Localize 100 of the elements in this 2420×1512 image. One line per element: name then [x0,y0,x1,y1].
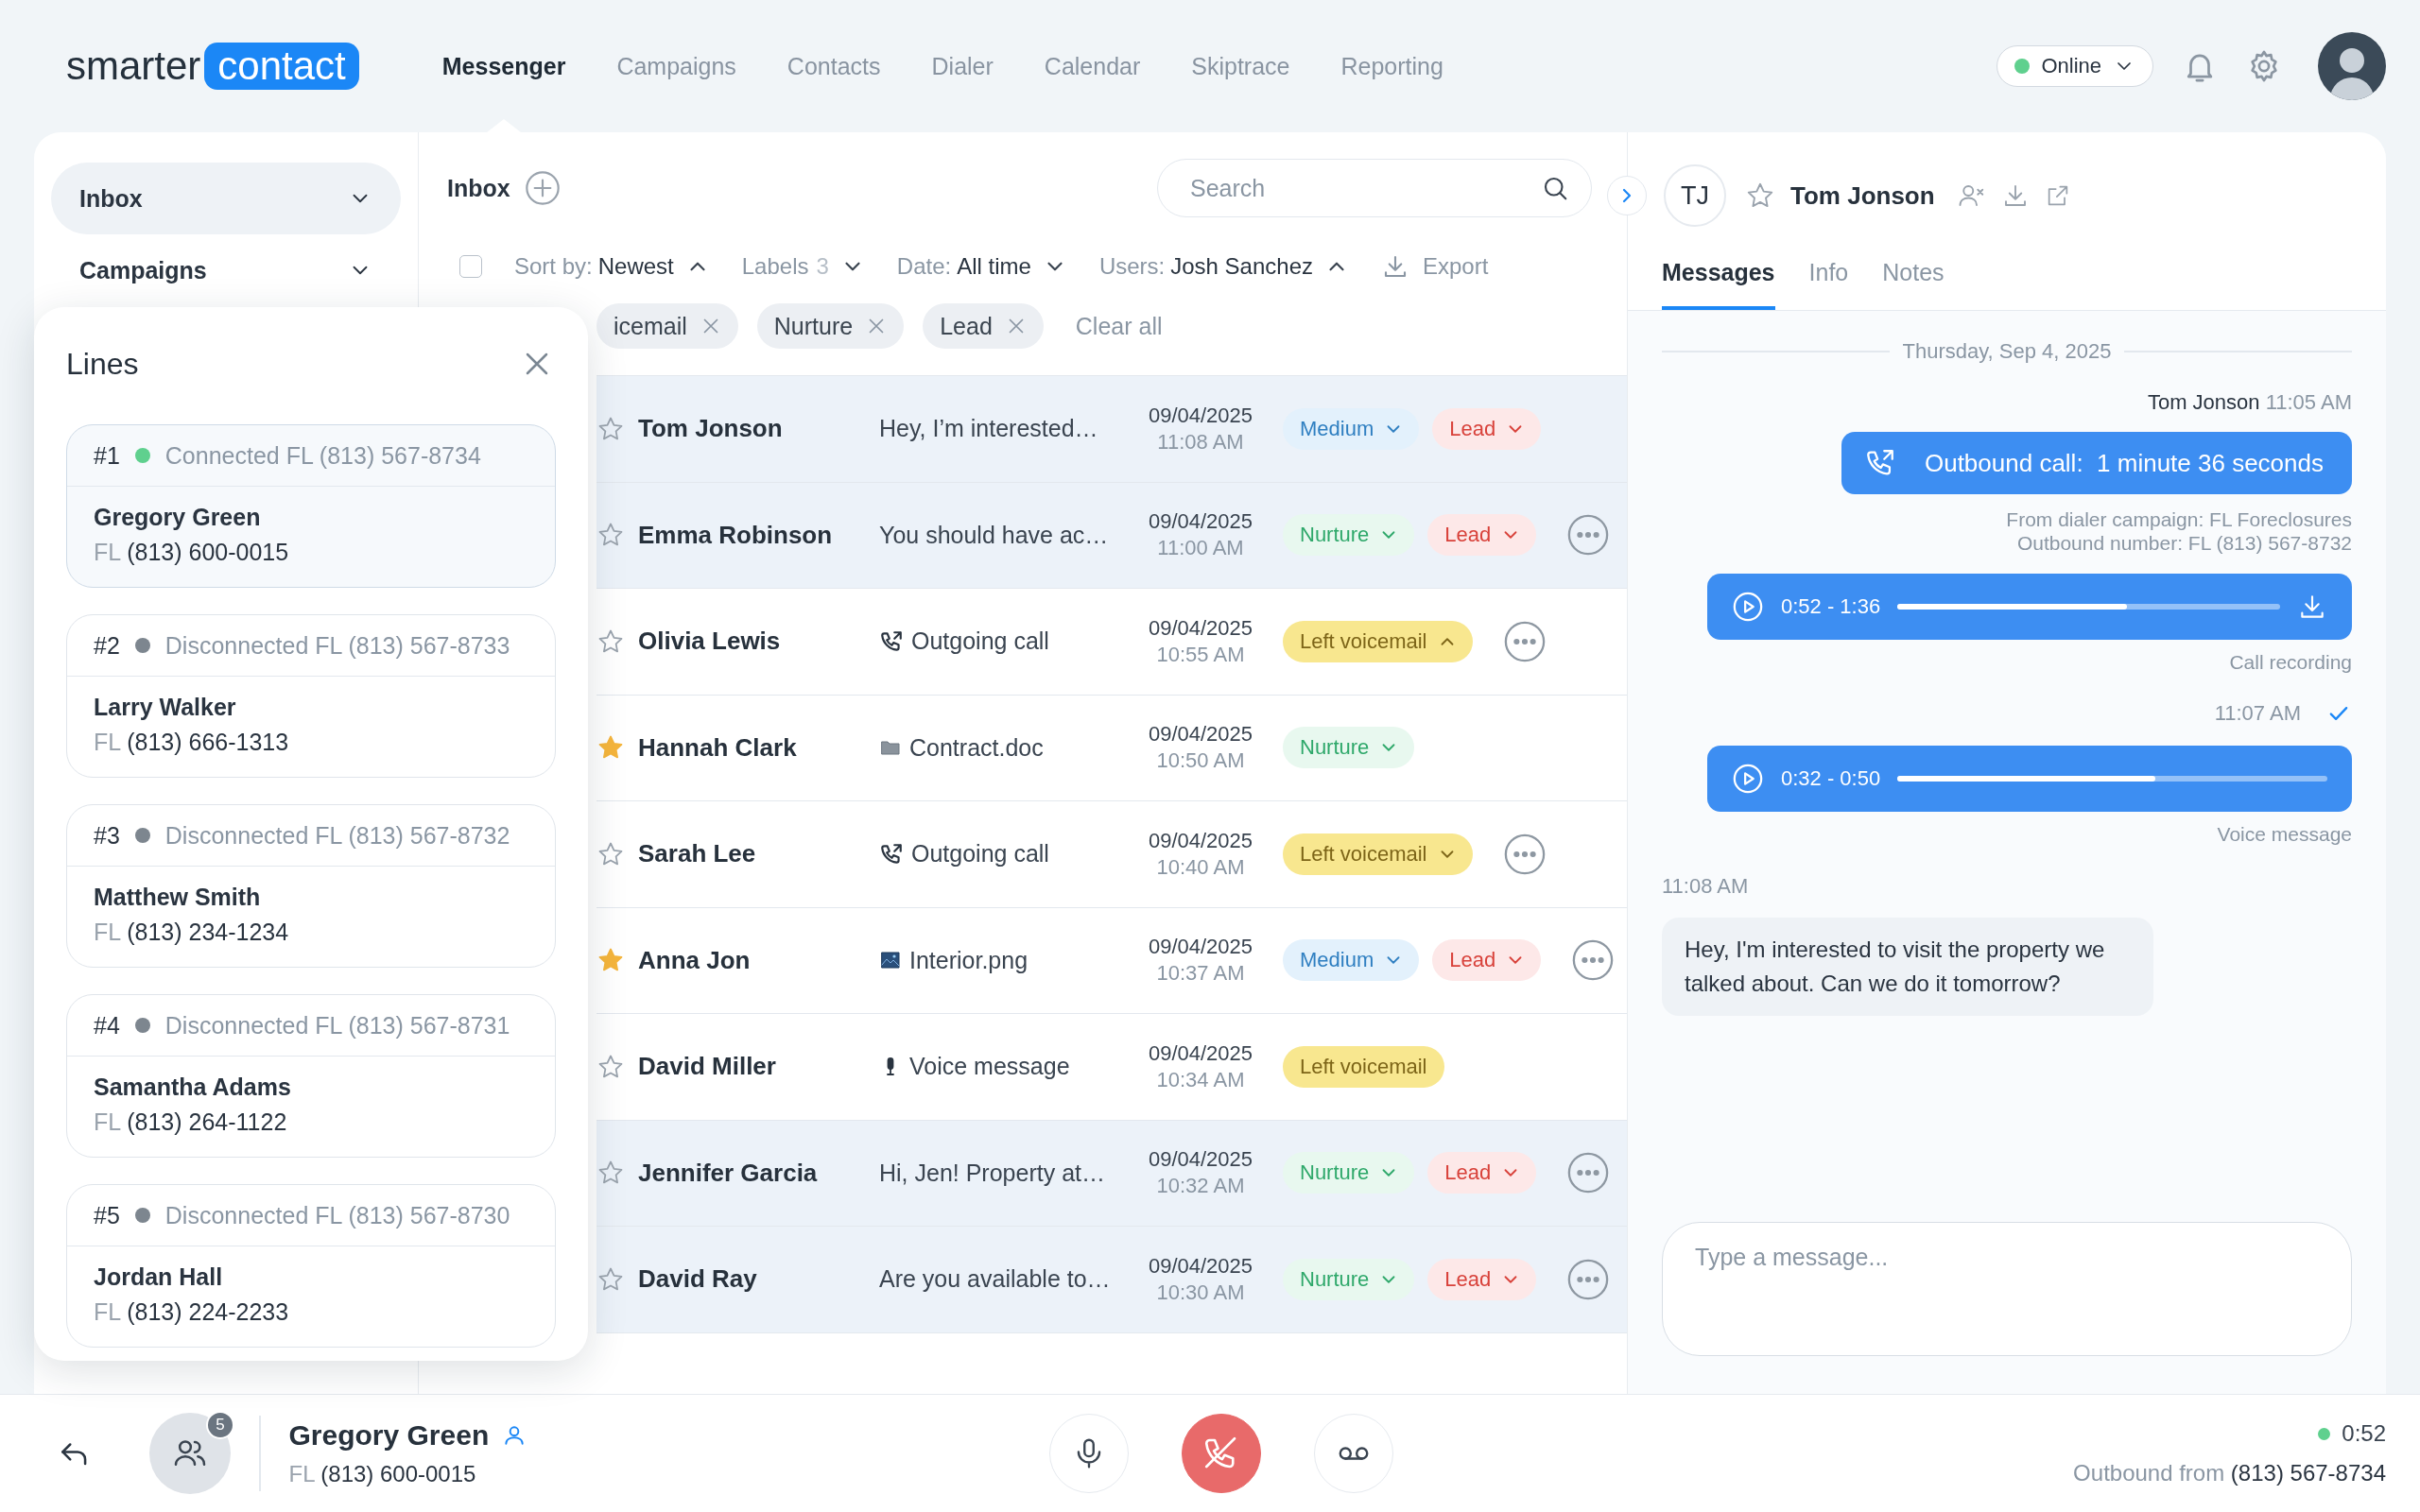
more-icon[interactable] [1502,832,1547,876]
conversation-row[interactable]: Hannah Clark Contract.doc 09/04/2025 10:50 AM Nurture [596,695,1627,801]
contact-name: Emma Robinson [638,520,834,550]
tag-dropdown[interactable]: Lead [1427,1258,1537,1300]
filter-dropdown[interactable]: Sort by: Newest [514,253,710,280]
phone-number: FL (813) 234-1234 [94,919,290,946]
tag-dropdown[interactable]: Left voicemail [1283,620,1473,662]
sidebar-item[interactable]: Campaigns [51,234,401,306]
message-date: 09/04/2025 [1148,508,1253,536]
line-card[interactable]: #3 Disconnected FL (813) 567-8732 Matthew Smith FL (813) 234-1234 [66,804,556,968]
tag-dropdown[interactable]: Medium [1283,407,1420,450]
contact-name: Jennifer Garcia [638,1158,819,1188]
sender-name: Tom Jonson [2147,390,2260,414]
call-summary: Outbound call: 1 minute 36 seconds [1924,448,2324,478]
participants-button[interactable]: 5 [149,1413,231,1494]
contact-name: Matthew Smith [94,884,262,911]
more-icon[interactable] [1566,513,1611,558]
message-input[interactable]: Type a message... [1662,1222,2352,1356]
nav-tab[interactable]: Calendar [1044,0,1141,132]
nav-tab[interactable]: Campaigns [616,0,736,132]
message-time: 11:08 AM [1157,428,1244,455]
message-preview: Outgoing call [911,627,1049,656]
contact-name: Tom Jonson [638,414,784,444]
conversation-row[interactable]: Emma Robinson You should have ac… 09/04/2025 11:00 AM Nurture Lead [596,482,1627,589]
line-card[interactable]: #5 Disconnected FL (813) 567-8730 Jordan Hall FL (813) 224-2233 [66,1184,556,1348]
conversation-row[interactable]: Olivia Lewis Outgoing call 09/04/2025 10:55 AM Left voicemail [596,589,1627,696]
play-icon[interactable] [1732,591,1764,623]
message-time: 11:00 AM [1157,535,1244,562]
tag-dropdown[interactable]: Nurture [1283,1258,1415,1300]
export-button[interactable]: Export [1381,252,1489,281]
filter-chip[interactable]: Nurture [756,303,905,349]
contact-name: Tom Jonson [1790,180,1935,211]
line-card[interactable]: #1 Connected FL (813) 567-8734 Gregory Green FL (813) 600-0015 [66,424,556,588]
message-date: 09/04/2025 [1148,614,1253,642]
phone-number: FL (813) 264-1122 [94,1108,288,1136]
expand-button[interactable] [1607,176,1647,215]
conversation-row[interactable]: Anna Jon Interior.png 09/04/2025 10:37 AM Medium Lead [596,907,1627,1014]
select-all-checkbox[interactable] [459,255,482,278]
conversation-row[interactable]: Jennifer Garcia Hi, Jen! Property at… 09/04/2025 10:32 AM Nurture Lead [596,1120,1627,1227]
nav-tab[interactable]: Skiptrace [1191,0,1290,132]
line-status: Disconnected FL (813) 567-8731 [164,1011,510,1040]
conversation-row[interactable]: Sarah Lee Outgoing call 09/04/2025 10:40 AM Left voicemail [596,801,1627,908]
contact-name: Larry Walker [94,694,237,721]
audio-duration: 0:32 - 0:50 [1781,766,1881,791]
nav-tab[interactable]: Contacts [786,0,881,132]
tag-dropdown[interactable]: Nurture [1283,727,1415,769]
clear-all-link[interactable]: Clear all [1075,312,1163,340]
tab[interactable]: Notes [1882,238,1945,310]
line-status: Disconnected FL (813) 567-8730 [164,1201,510,1229]
contact-name: Anna Jon [638,945,752,975]
tag-dropdown[interactable]: Nurture [1283,1152,1415,1194]
search-field[interactable]: Search [1157,159,1592,217]
call-detail: From dialer campaign: FL Foreclosures [2006,507,2352,531]
audio-progress[interactable] [1897,776,2327,782]
line-number: #4 [94,1011,120,1040]
message-date: 09/04/2025 [1148,1252,1253,1280]
incoming-message: Hey, I'm interested to visit the property we talked about. Can we do it tomorrow? [1662,918,2153,1016]
message-time: 10:32 AM [1156,1173,1245,1200]
message-preview: Voice message [909,1053,1070,1081]
status-dropdown[interactable]: Online [1996,45,2153,87]
audio-progress[interactable] [1897,604,2280,610]
message-time: 10:37 AM [1156,960,1245,988]
nav-tab[interactable]: Dialer [931,0,994,132]
conversation-row[interactable]: Tom Jonson Hey, I’m interested… 09/04/2025 11:08 AM Medium Lead [596,376,1627,483]
more-icon[interactable] [1566,1151,1611,1195]
call-detail: Outbound number: FL (813) 567-8732 [2016,531,2352,555]
line-card[interactable]: #4 Disconnected FL (813) 567-8731 Samantha Adams FL (813) 264-1122 [66,994,556,1158]
conversation-row[interactable]: David Ray Are you available to… 09/04/2025 10:30 AM Nurture Lead [596,1227,1627,1333]
sidebar-item[interactable]: Inbox [51,163,401,234]
tag-dropdown[interactable]: Nurture [1283,514,1415,557]
line-card[interactable]: #2 Disconnected FL (813) 567-8733 Larry Walker FL (813) 666-1313 [66,614,556,778]
nav-tab[interactable]: Reporting [1340,0,1443,132]
conversation-row[interactable]: David Miller Voice message 09/04/2025 10:34 AM Left voicemail [596,1014,1627,1121]
add-icon[interactable] [523,169,562,207]
filter-dropdown[interactable]: Date: All time [896,253,1067,280]
play-icon[interactable] [1732,763,1764,795]
tag-dropdown[interactable]: Left voicemail [1283,833,1473,875]
message-caption: Call recording [2229,651,2352,674]
audio-player[interactable]: 0:32 - 0:50 [1707,746,2352,812]
tag-dropdown[interactable]: Lead [1432,939,1542,982]
message-preview: Interior.png [909,946,1028,974]
filter-chip[interactable]: Lead [923,303,1044,349]
more-icon[interactable] [1566,1257,1611,1301]
call-timer: 0:52 [2342,1420,2386,1447]
tag-dropdown[interactable]: Lead [1432,407,1542,450]
tag-dropdown[interactable]: Lead [1427,514,1537,557]
filter-chip[interactable]: icemail [596,303,738,349]
contact-name: Sarah Lee [638,839,757,869]
message-caption: Voice message [2217,823,2352,846]
caller-name: Gregory Green [288,1419,490,1452]
filter-dropdown[interactable]: Labels 3 [741,253,865,280]
filter-dropdown[interactable]: Users: Josh Sanchez [1098,253,1349,280]
tag-dropdown[interactable]: Lead [1427,1152,1537,1194]
message-time: 10:40 AM [1156,853,1245,881]
tag-dropdown[interactable]: Medium [1283,939,1420,982]
tab[interactable]: Info [1808,238,1849,310]
more-icon[interactable] [1502,619,1547,663]
audio-player[interactable]: 0:52 - 1:36 [1707,574,2352,640]
contact-name: Samantha Adams [94,1074,292,1101]
more-icon[interactable] [1571,938,1616,983]
